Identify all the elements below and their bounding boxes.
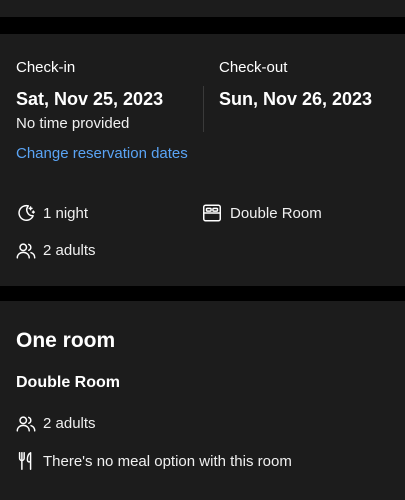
checkin-time: No time provided [16, 115, 130, 132]
moon-stars-icon [15, 202, 37, 224]
room-type: Double Room [230, 205, 322, 222]
checkin-label: Check-in [16, 59, 76, 76]
bed-icon [201, 202, 223, 224]
change-dates-link[interactable]: Change reservation dates [16, 145, 188, 162]
date-divider [203, 86, 204, 132]
room-name: Double Room [16, 374, 120, 391]
previous-card [0, 0, 405, 17]
checkout-label: Check-out [219, 59, 288, 76]
checkout-date: Sun, Nov 26, 2023 [219, 89, 373, 109]
room-details-card: One room Double Room 2 adults There's no… [0, 301, 405, 500]
people-icon [15, 240, 37, 262]
nights-count: 1 night [43, 205, 89, 222]
section-title: One room [16, 329, 116, 352]
fork-knife-icon [15, 450, 37, 472]
guest-count: 2 adults [43, 242, 96, 259]
checkin-date: Sat, Nov 25, 2023 [16, 89, 164, 109]
room-guest-count: 2 adults [43, 415, 96, 432]
people-icon [15, 413, 37, 435]
booking-dates-card: Check-in Sat, Nov 25, 2023 No time provi… [0, 34, 405, 286]
meal-info: There's no meal option with this room [43, 453, 292, 470]
